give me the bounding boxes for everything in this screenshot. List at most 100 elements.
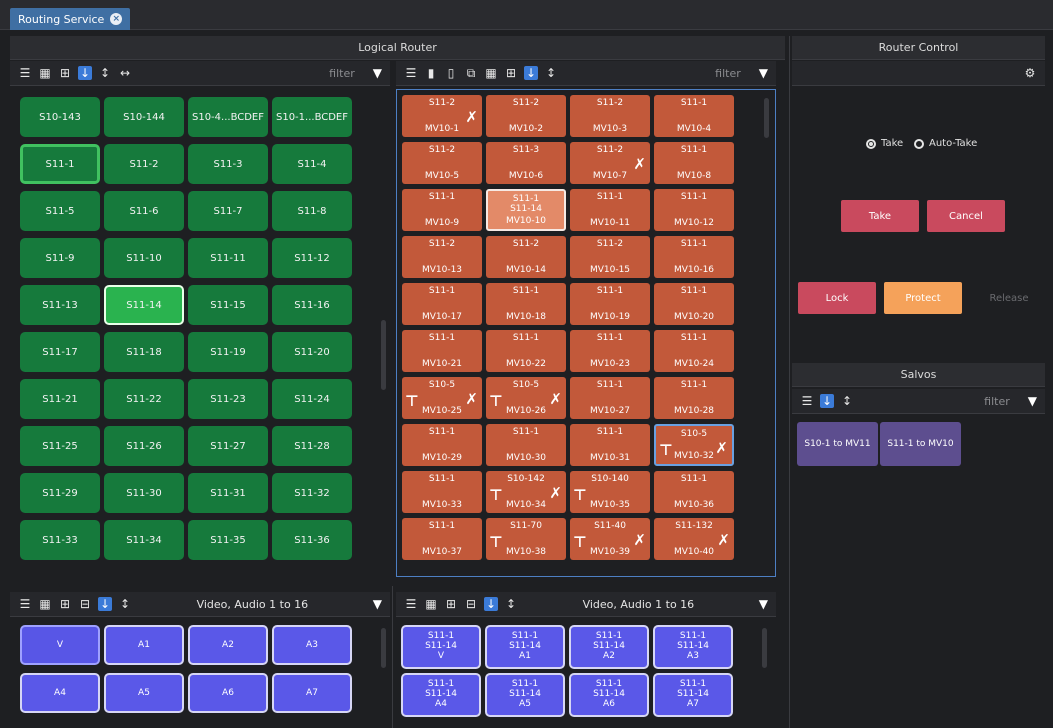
- source-button[interactable]: S11-21: [20, 379, 100, 419]
- source-levels-scrollbar[interactable]: [381, 628, 386, 668]
- source-button[interactable]: S11-2: [104, 144, 184, 184]
- sort-ascending-icon[interactable]: ↓: [98, 597, 112, 611]
- destination-button[interactable]: S10-5 MV10-25 ✗ ⊤: [402, 377, 482, 419]
- lock-button[interactable]: Lock: [798, 282, 876, 314]
- destination-button[interactable]: S11-1 MV10-21: [402, 330, 482, 372]
- large-grid-icon[interactable]: ▦: [38, 597, 52, 611]
- destination-button[interactable]: S10-140 MV10-35 ⊤: [570, 471, 650, 513]
- source-button[interactable]: S11-5: [20, 191, 100, 231]
- destinations-scrollbar[interactable]: [764, 98, 769, 138]
- source-button[interactable]: S11-12: [272, 238, 352, 278]
- destination-button[interactable]: S11-1 MV10-27: [570, 377, 650, 419]
- source-button[interactable]: S11-32: [272, 473, 352, 513]
- document-icon[interactable]: ▮: [424, 66, 438, 80]
- source-button[interactable]: S11-10: [104, 238, 184, 278]
- source-level-button[interactable]: A2: [188, 625, 268, 665]
- destination-button[interactable]: S11-2 MV10-2: [486, 95, 566, 137]
- tiny-grid-icon[interactable]: ⊟: [78, 597, 92, 611]
- destination-button[interactable]: S11-1 MV10-4: [654, 95, 734, 137]
- source-button[interactable]: S10-143: [20, 97, 100, 137]
- source-button[interactable]: S11-22: [104, 379, 184, 419]
- filter-icon[interactable]: ▼: [373, 597, 382, 611]
- list-view-icon[interactable]: ☰: [404, 597, 418, 611]
- source-button[interactable]: S11-26: [104, 426, 184, 466]
- destination-button[interactable]: S11-1 MV10-8: [654, 142, 734, 184]
- small-grid-icon[interactable]: ⊞: [444, 597, 458, 611]
- source-filter-input[interactable]: filter: [138, 67, 367, 80]
- small-grid-icon[interactable]: ⊞: [504, 66, 518, 80]
- salvo-item[interactable]: S11-1 to MV10: [880, 422, 961, 466]
- source-button[interactable]: S11-23: [188, 379, 268, 419]
- sort-ascending-icon[interactable]: ↓: [820, 394, 834, 408]
- destination-button[interactable]: S11-1 MV10-9: [402, 189, 482, 231]
- destination-level-button[interactable]: S11-1 S11-14 A4: [401, 673, 481, 717]
- tiny-grid-icon[interactable]: ⊟: [464, 597, 478, 611]
- sort-descending-icon[interactable]: ↕: [118, 597, 132, 611]
- filter-icon[interactable]: ▼: [759, 597, 768, 611]
- destination-level-button[interactable]: S11-1 S11-14 A5: [485, 673, 565, 717]
- destination-button[interactable]: S11-2 MV10-7 ✗: [570, 142, 650, 184]
- destination-level-button[interactable]: S11-1 S11-14 A2: [569, 625, 649, 669]
- source-button[interactable]: S11-24: [272, 379, 352, 419]
- destination-level-button[interactable]: S11-1 S11-14 A3: [653, 625, 733, 669]
- sort-descending-icon[interactable]: ↕: [840, 394, 854, 408]
- source-button[interactable]: S11-33: [20, 520, 100, 560]
- source-level-button[interactable]: V: [20, 625, 100, 665]
- source-button[interactable]: S11-36: [272, 520, 352, 560]
- source-level-button[interactable]: A4: [20, 673, 100, 713]
- destination-button[interactable]: S11-132 MV10-40 ✗: [654, 518, 734, 560]
- destination-button[interactable]: S11-2 MV10-15: [570, 236, 650, 278]
- destination-button[interactable]: S11-1 MV10-18: [486, 283, 566, 325]
- source-button[interactable]: S11-3: [188, 144, 268, 184]
- source-button[interactable]: S11-14: [104, 285, 184, 325]
- source-button[interactable]: S11-17: [20, 332, 100, 372]
- source-button[interactable]: S11-6: [104, 191, 184, 231]
- destination-button[interactable]: S11-1 MV10-23: [570, 330, 650, 372]
- sort-descending-icon[interactable]: ↕: [98, 66, 112, 80]
- destination-level-button[interactable]: S11-1 S11-14 A6: [569, 673, 649, 717]
- source-button[interactable]: S11-9: [20, 238, 100, 278]
- sort-ascending-icon[interactable]: ↓: [524, 66, 538, 80]
- filter-icon[interactable]: ▼: [1028, 394, 1037, 408]
- tab-routing-service[interactable]: Routing Service ×: [10, 8, 131, 30]
- source-button[interactable]: S11-25: [20, 426, 100, 466]
- paste-icon[interactable]: ⧉: [464, 66, 478, 80]
- source-button[interactable]: S11-15: [188, 285, 268, 325]
- destination-button[interactable]: S11-1 MV10-31: [570, 424, 650, 466]
- sources-scrollbar[interactable]: [381, 320, 386, 390]
- destination-level-button[interactable]: S11-1 S11-14 A1: [485, 625, 565, 669]
- destination-button[interactable]: S10-5 MV10-32 ✗ ⊤: [654, 424, 734, 466]
- source-button[interactable]: S11-8: [272, 191, 352, 231]
- source-button[interactable]: S11-4: [272, 144, 352, 184]
- destination-button[interactable]: S11-3 MV10-6: [486, 142, 566, 184]
- destination-button[interactable]: S11-40 MV10-39 ✗ ⊤: [570, 518, 650, 560]
- destination-button[interactable]: S11-1 MV10-30: [486, 424, 566, 466]
- destination-button[interactable]: S10-5 MV10-26 ✗ ⊤: [486, 377, 566, 419]
- source-button[interactable]: S11-27: [188, 426, 268, 466]
- filter-icon[interactable]: ▼: [373, 66, 382, 80]
- sort-ascending-icon[interactable]: ↓: [78, 66, 92, 80]
- source-button[interactable]: S11-1: [20, 144, 100, 184]
- list-view-icon[interactable]: ☰: [18, 597, 32, 611]
- destination-button[interactable]: S10-142 MV10-34 ✗ ⊤: [486, 471, 566, 513]
- source-button[interactable]: S11-18: [104, 332, 184, 372]
- large-grid-icon[interactable]: ▦: [424, 597, 438, 611]
- destination-button[interactable]: S11-1 MV10-29: [402, 424, 482, 466]
- auto-take-radio[interactable]: Auto-Take: [914, 138, 977, 149]
- source-button[interactable]: S11-35: [188, 520, 268, 560]
- sort-ascending-icon[interactable]: ↓: [484, 597, 498, 611]
- list-view-icon[interactable]: ☰: [800, 394, 814, 408]
- take-radio[interactable]: Take: [866, 138, 903, 149]
- settings-icon[interactable]: ⚙: [1023, 66, 1037, 80]
- destination-button[interactable]: S11-1 MV10-16: [654, 236, 734, 278]
- source-level-combo[interactable]: Video, Audio 1 to 16: [138, 598, 367, 611]
- source-level-button[interactable]: A1: [104, 625, 184, 665]
- source-button[interactable]: S11-28: [272, 426, 352, 466]
- destination-button[interactable]: S11-1 MV10-22: [486, 330, 566, 372]
- destination-button[interactable]: S11-1 MV10-12: [654, 189, 734, 231]
- destination-button[interactable]: S11-70 MV10-38 ⊤: [486, 518, 566, 560]
- sort-descending-icon[interactable]: ↕: [544, 66, 558, 80]
- source-level-button[interactable]: A7: [272, 673, 352, 713]
- destination-button[interactable]: S11-1 MV10-36: [654, 471, 734, 513]
- destination-button[interactable]: S11-2 MV10-5: [402, 142, 482, 184]
